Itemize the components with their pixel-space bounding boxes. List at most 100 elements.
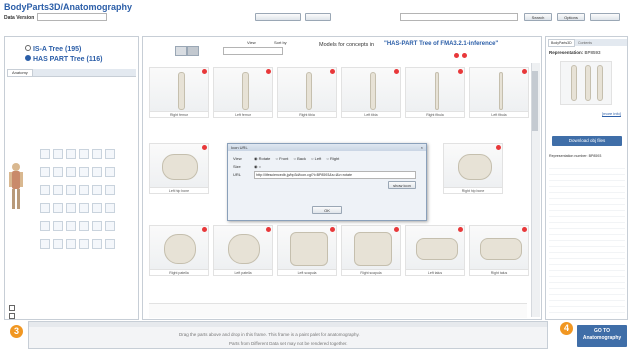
model-thumbnail-partial[interactable] — [149, 303, 527, 318]
grid-cell[interactable] — [92, 203, 102, 213]
model-thumbnail[interactable]: Right fibula — [405, 67, 465, 118]
bone-shape — [458, 154, 492, 180]
dialog-title-bar: Icon URL × — [228, 144, 426, 151]
grid-cell[interactable] — [79, 239, 89, 249]
grid-cell[interactable] — [66, 149, 76, 159]
grid-cell[interactable] — [53, 149, 63, 159]
size-options[interactable]: ◉ ○ — [254, 164, 261, 169]
grid-cell[interactable] — [53, 239, 63, 249]
model-thumbnail[interactable]: Left scapula — [277, 225, 337, 276]
model-thumbnail[interactable]: Right talus — [469, 225, 529, 276]
model-thumbnail[interactable]: Left femur — [213, 67, 273, 118]
grid-cell[interactable] — [53, 221, 63, 231]
grid-cell[interactable] — [53, 185, 63, 195]
view-option-right[interactable]: ○ Right — [326, 156, 339, 161]
body-figure-icon[interactable] — [8, 162, 24, 212]
grid-cell[interactable] — [66, 185, 76, 195]
grid-cell[interactable] — [53, 203, 63, 213]
model-thumbnail[interactable]: Right tibia — [277, 67, 337, 118]
grid-cell[interactable] — [92, 149, 102, 159]
go-to-anatomography-button[interactable]: GO TO Anatomography — [577, 325, 627, 347]
grid-cell[interactable] — [105, 203, 115, 213]
grid-cell[interactable] — [40, 167, 50, 177]
sort-select[interactable] — [223, 47, 283, 55]
model-thumbnail[interactable]: Left fibula — [469, 67, 529, 118]
view-option-front[interactable]: ○ Front — [276, 156, 289, 161]
model-thumbnail[interactable]: Right hip bone — [443, 143, 503, 194]
view-option-rotate[interactable]: ◉ Rotate — [254, 156, 270, 161]
model-caption: Left talus — [405, 270, 465, 276]
download-button[interactable]: Download obj files — [552, 136, 622, 146]
ok-button[interactable]: OK — [312, 206, 342, 214]
grid-cell[interactable] — [92, 221, 102, 231]
grid-cell[interactable] — [79, 203, 89, 213]
model-thumbnail[interactable]: Left talus — [405, 225, 465, 276]
options-button[interactable]: Options — [557, 13, 585, 21]
close-icon[interactable]: × — [421, 144, 423, 151]
list-scrollbar-thumb[interactable] — [532, 71, 538, 131]
bone-shape — [597, 65, 603, 101]
header-button-1[interactable] — [255, 13, 301, 21]
more-info-link[interactable]: [more info] — [602, 111, 621, 116]
grid-cell[interactable] — [92, 167, 102, 177]
grid-cell[interactable] — [66, 203, 76, 213]
grid-cell[interactable] — [79, 167, 89, 177]
tab-anatomy[interactable]: Anatomy — [7, 69, 33, 77]
grid-cell[interactable] — [66, 239, 76, 249]
view-option-left[interactable]: ○ Left — [311, 156, 321, 161]
grid-cell[interactable] — [79, 221, 89, 231]
header-button-2[interactable] — [305, 13, 331, 21]
grid-cell[interactable] — [105, 221, 115, 231]
model-image — [469, 67, 529, 112]
tree-checkbox[interactable] — [9, 313, 15, 319]
has-part-tree-label: HAS PART Tree — [32, 56, 85, 63]
grid-cell[interactable] — [92, 185, 102, 195]
tree-checkbox[interactable] — [9, 305, 15, 311]
grid-cell[interactable] — [105, 185, 115, 195]
grid-cell[interactable] — [40, 203, 50, 213]
tab-contents[interactable]: Contents — [576, 40, 594, 46]
url-field[interactable]: http://lifesciencedb.jp/bp3d/icon.cgi?i=… — [254, 171, 416, 179]
search-input[interactable] — [400, 13, 518, 21]
grid-cell[interactable] — [79, 149, 89, 159]
model-thumbnail[interactable]: Right patella — [149, 225, 209, 276]
model-image — [469, 225, 529, 270]
grid-cell[interactable] — [105, 239, 115, 249]
grid-cell[interactable] — [40, 185, 50, 195]
model-thumbnail[interactable]: Left hip bone — [149, 143, 209, 194]
model-thumbnail[interactable]: Left patella — [213, 225, 273, 276]
grid-cell[interactable] — [105, 149, 115, 159]
grid-cell[interactable] — [40, 239, 50, 249]
model-caption: Left scapula — [277, 270, 337, 276]
grid-view-icon[interactable] — [175, 46, 187, 56]
tree-radio-is-a[interactable]: IS-A Tree (195) — [25, 45, 81, 53]
status-dot — [330, 69, 335, 74]
grid-cell[interactable] — [40, 221, 50, 231]
grid-cell[interactable] — [79, 185, 89, 195]
url-row-label: URL — [233, 172, 242, 177]
list-view-icon[interactable] — [187, 46, 199, 56]
grid-cell[interactable] — [105, 167, 115, 177]
model-thumbnail[interactable]: Right scapula — [341, 225, 401, 276]
model-image — [149, 143, 209, 188]
model-thumbnail[interactable]: Left tibia — [341, 67, 401, 118]
view-option-back[interactable]: ○ Back — [294, 156, 306, 161]
model-thumbnail[interactable]: Right femur — [149, 67, 209, 118]
tree-radio-has-part[interactable]: HAS PART Tree (116) — [25, 55, 102, 63]
grid-cell[interactable] — [53, 167, 63, 177]
show-icon-button[interactable]: show icon — [388, 181, 416, 189]
tab-bodyparts3d[interactable]: BodyParts3D — [548, 39, 575, 47]
data-version-label: Data Version — [4, 15, 35, 21]
search-button[interactable]: Search — [524, 13, 552, 21]
model-caption: Left femur — [213, 112, 273, 118]
help-button[interactable] — [590, 13, 620, 21]
app-title: BodyParts3D/Anatomography — [4, 2, 133, 12]
palette-drop-zone[interactable]: Drag the parts above and drop in this fr… — [28, 321, 548, 349]
grid-cell[interactable] — [92, 239, 102, 249]
grid-cell[interactable] — [66, 167, 76, 177]
model-caption: Right patella — [149, 270, 209, 276]
bone-shape — [499, 72, 503, 110]
grid-cell[interactable] — [40, 149, 50, 159]
data-version-select[interactable] — [37, 13, 107, 21]
grid-cell[interactable] — [66, 221, 76, 231]
